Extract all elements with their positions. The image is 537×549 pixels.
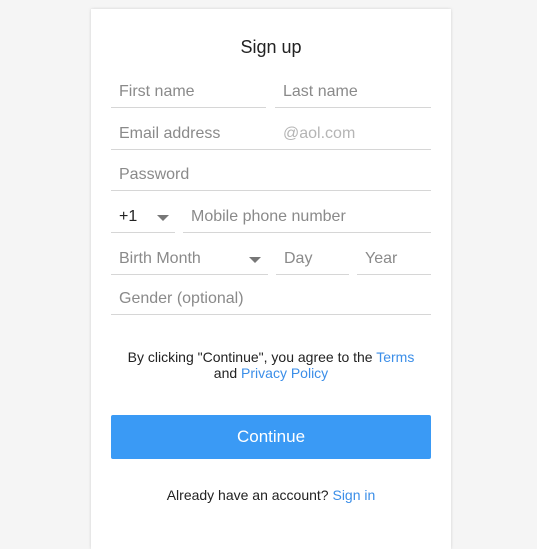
first-name-field[interactable]: First name <box>111 79 266 108</box>
gender-placeholder: Gender (optional) <box>119 290 244 307</box>
email-placeholder: Email address <box>119 125 221 142</box>
sign-in-link[interactable]: Sign in <box>332 487 375 503</box>
email-domain-suffix: @aol.com <box>283 125 356 142</box>
privacy-policy-link[interactable]: Privacy Policy <box>241 365 328 381</box>
birth-month-placeholder: Birth Month <box>119 250 201 267</box>
gender-field[interactable]: Gender (optional) <box>111 286 431 315</box>
signin-prompt-text: Already have an account? <box>166 487 333 503</box>
terms-and: and <box>213 365 242 381</box>
page-title: Sign up <box>240 37 302 57</box>
first-name-placeholder: First name <box>119 83 195 100</box>
last-name-field[interactable]: Last name <box>275 79 431 108</box>
day-field[interactable]: Day <box>276 246 349 275</box>
signup-card: Sign up First name Last name Email addre… <box>91 9 451 549</box>
birth-month-select[interactable]: Birth Month <box>111 246 268 275</box>
password-field[interactable]: Password <box>111 162 431 191</box>
last-name-placeholder: Last name <box>283 83 358 100</box>
country-code-select[interactable]: +1 <box>111 204 175 233</box>
continue-button[interactable]: Continue <box>111 415 431 459</box>
country-code-value: +1 <box>119 208 138 225</box>
chevron-down-icon <box>157 215 169 221</box>
phone-placeholder: Mobile phone number <box>191 208 346 225</box>
year-placeholder: Year <box>365 250 398 267</box>
terms-prefix: By clicking "Continue", you agree to the <box>127 349 377 365</box>
signin-prompt: Already have an account? Sign in <box>91 487 451 503</box>
chevron-down-icon <box>249 257 261 263</box>
terms-link[interactable]: Terms <box>376 349 414 365</box>
day-placeholder: Day <box>284 250 313 267</box>
email-field[interactable]: Email address @aol.com <box>111 121 431 150</box>
year-field[interactable]: Year <box>357 246 431 275</box>
terms-notice: By clicking "Continue", you agree to the… <box>111 349 431 381</box>
password-placeholder: Password <box>119 166 190 183</box>
phone-field[interactable]: Mobile phone number <box>183 204 431 233</box>
